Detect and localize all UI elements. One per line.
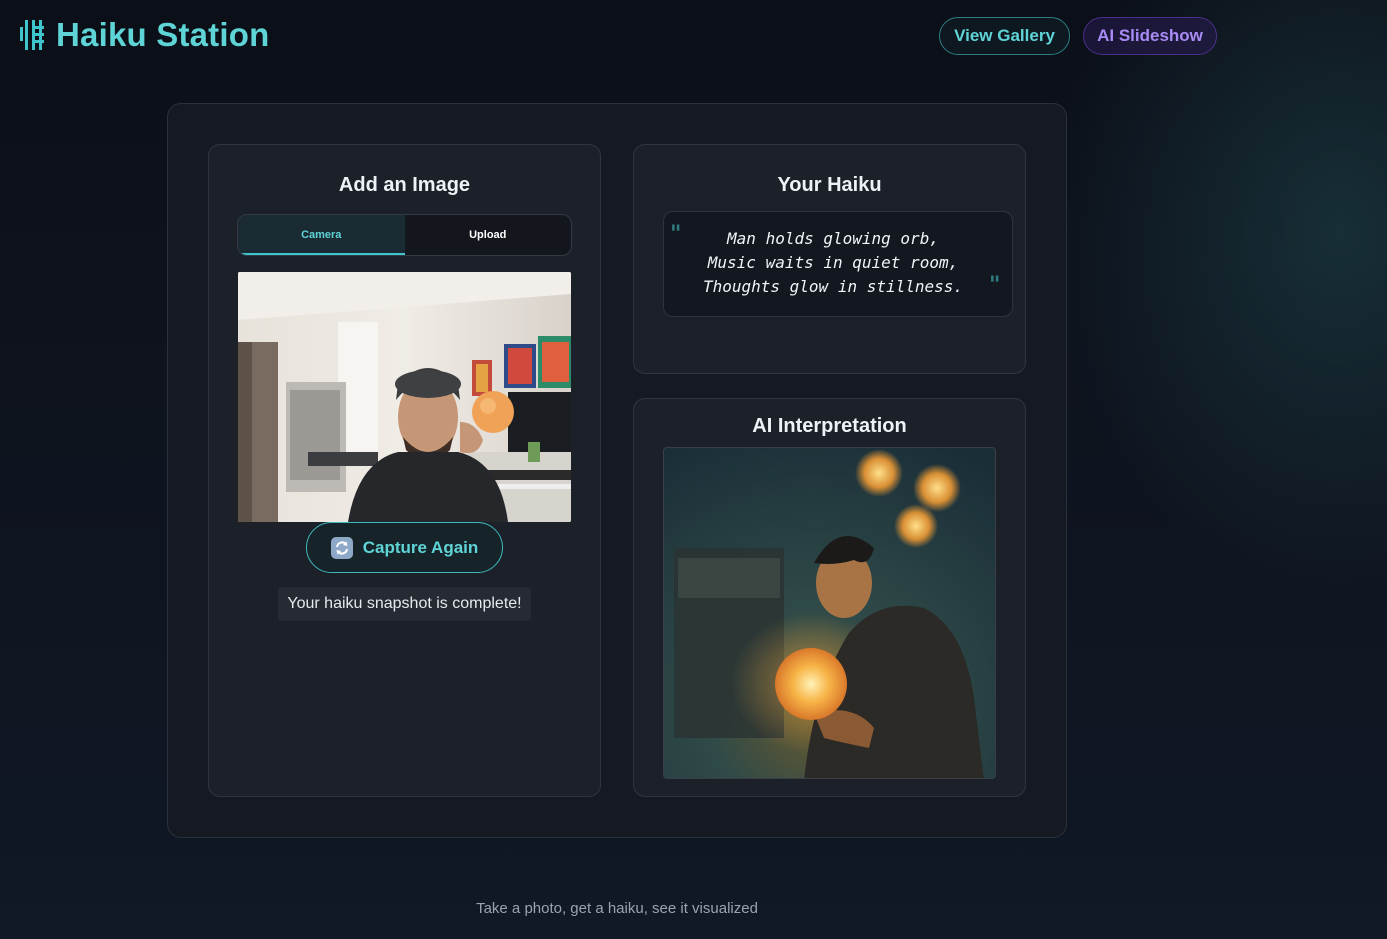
footer-tagline: Take a photo, get a haiku, see it visual… xyxy=(476,900,758,917)
capture-again-button[interactable]: Capture Again xyxy=(306,522,503,573)
capture-again-label: Capture Again xyxy=(362,537,479,557)
brand[interactable]: Haiku Station xyxy=(18,16,269,54)
top-bar: Haiku Station View Gallery AI Slideshow xyxy=(0,0,1387,72)
ai-slideshow-button[interactable]: AI Slideshow xyxy=(1083,17,1217,55)
image-source-tabs: Camera Upload xyxy=(237,214,572,256)
tab-upload[interactable]: Upload xyxy=(405,215,572,255)
ai-interpretation-title: AI Interpretation xyxy=(752,415,907,437)
haiku-glyph-icon xyxy=(20,20,44,50)
ai-interpretation-image xyxy=(663,447,996,779)
view-gallery-button[interactable]: View Gallery xyxy=(939,17,1070,55)
haiku-title: Your Haiku xyxy=(777,174,882,196)
tab-camera[interactable]: Camera xyxy=(238,215,405,255)
ai-painting-illustration xyxy=(664,448,995,778)
haiku-line-2: Music waits in quiet room, xyxy=(707,253,959,272)
haiku-line-3: Thoughts glow in stillness. xyxy=(702,277,964,296)
status-message: Your haiku snapshot is complete! xyxy=(278,587,531,621)
app-title: Haiku Station xyxy=(56,16,270,53)
captured-photo xyxy=(238,272,571,522)
add-image-title: Add an Image xyxy=(338,174,471,196)
haiku-line-1: Man holds glowing orb, xyxy=(727,229,939,248)
refresh-icon xyxy=(330,536,353,559)
captured-photo-illustration xyxy=(238,272,571,522)
